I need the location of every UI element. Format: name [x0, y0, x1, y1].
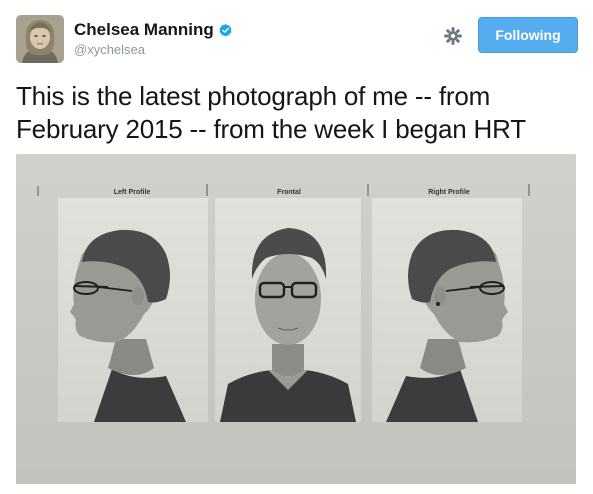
tweet-text-line: This is the latest photograph of me -- f… [16, 81, 491, 111]
user-full-name[interactable]: Chelsea Manning [74, 20, 214, 40]
tweet-photo[interactable]: Left Profile Frontal Right Profile [16, 154, 576, 484]
photo-image: Left Profile Frontal Right Profile [16, 154, 576, 484]
tweet-text: This is the latest photograph of me -- f… [16, 80, 578, 146]
user-screen-name[interactable]: @xychelsea [74, 42, 233, 57]
tweet-header: Chelsea Manning @xychelsea Following [16, 15, 578, 63]
gear-icon[interactable] [442, 25, 464, 47]
following-button[interactable]: Following [478, 17, 578, 53]
user-names: Chelsea Manning @xychelsea [74, 19, 233, 57]
left-profile-photo [58, 198, 208, 422]
tweet-card: Chelsea Manning @xychelsea Following Thi… [0, 0, 593, 494]
verified-badge-icon [219, 23, 232, 36]
panel-label-frontal: Frontal [277, 189, 301, 196]
tweet-text-line: February 2015 -- from the week I began H… [16, 114, 526, 144]
panel-label-right: Right Profile [428, 189, 470, 196]
panel-label-left: Left Profile [114, 189, 151, 196]
right-profile-photo [372, 198, 522, 422]
frontal-photo [215, 198, 361, 422]
avatar[interactable] [16, 15, 64, 63]
